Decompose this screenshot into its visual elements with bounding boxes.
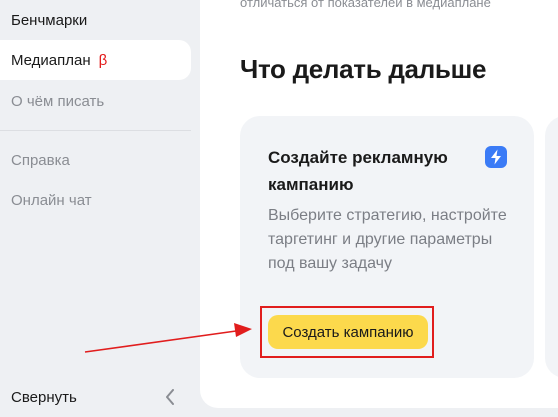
annotation-arrow (84, 323, 252, 353)
